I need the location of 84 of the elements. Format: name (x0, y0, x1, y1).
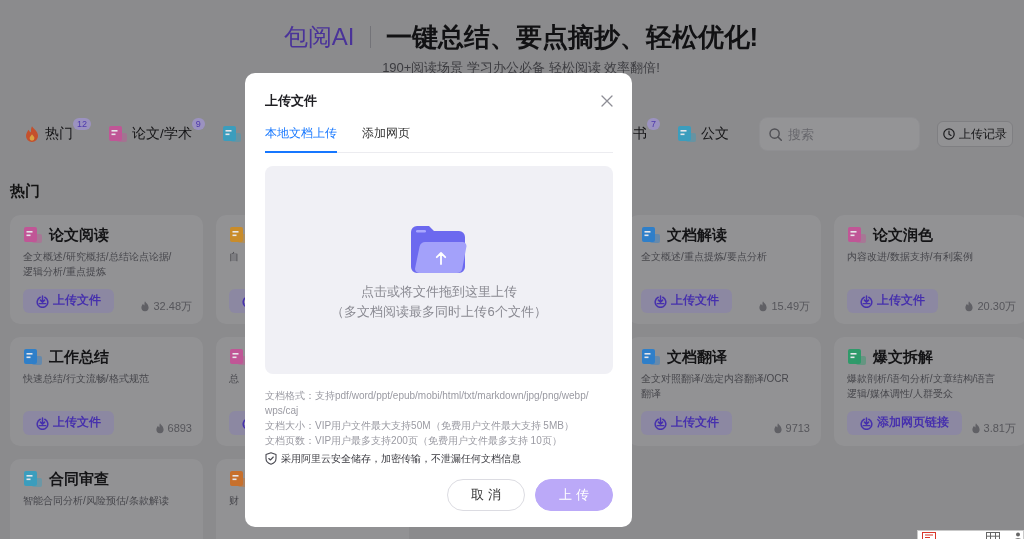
security-note: 采用阿里云安全储存，加密传输，不泄漏任何文档信息 (281, 452, 521, 466)
card-description: 全文概述/重点提炼/要点分析 (641, 250, 768, 264)
category-tab[interactable]: 公文 (678, 125, 729, 143)
action-button[interactable]: 上传文件 (641, 289, 732, 313)
card-title: 爆文拆解 (873, 347, 933, 367)
card-description: 爆款剖析/语句分析/文章结构/语言逻辑/媒体调性/人群受众 (847, 372, 997, 401)
cancel-button[interactable]: 取 消 (447, 479, 525, 511)
document-icon (222, 126, 241, 142)
tray-arrow-icon (36, 416, 49, 430)
card-description: 智能合同分析/风险预估/条款解读 (23, 494, 170, 508)
file-requirement-text: 文档大小：VIP用户文件最大支持50M（免费用户文件最大支持 5MB） (265, 419, 575, 433)
card-title: 合同审查 (49, 469, 109, 489)
action-button[interactable]: 上传文件 (23, 289, 114, 313)
usage-count: 9713 (785, 421, 810, 435)
card-description: 快速总结/行文流畅/格式规范 (23, 372, 150, 386)
file-drop-zone[interactable]: 点击或将文件拖到这里上传 （多文档阅读最多同时上传6个文件） (265, 166, 613, 374)
dialog-tab[interactable]: 添加网页 (362, 123, 410, 153)
document-icon (24, 471, 42, 487)
card-title: 文档翻译 (667, 347, 727, 367)
dialog-tab[interactable]: 本地文档上传 (265, 123, 337, 153)
section-title: 热门 (10, 181, 41, 201)
flame-icon (964, 300, 975, 312)
count-badge: 7 (647, 118, 660, 130)
close-icon (601, 95, 613, 107)
action-button[interactable]: 上传文件 (23, 411, 114, 435)
card-description: 自 (229, 250, 240, 264)
category-tab[interactable] (222, 126, 241, 142)
action-button[interactable]: 上传文件 (847, 289, 938, 313)
drop-zone-prompt: 点击或将文件拖到这里上传 (361, 283, 517, 301)
category-tab[interactable]: 热门 (24, 125, 73, 143)
ime-logo-icon (922, 532, 936, 539)
card-title: 论文阅读 (49, 225, 109, 245)
count-badge: 9 (191, 118, 205, 130)
document-icon (642, 227, 660, 243)
dialog-title: 上传文件 (265, 92, 317, 110)
flame-icon (772, 422, 783, 434)
tray-arrow-icon (654, 416, 667, 430)
document-icon (848, 227, 866, 243)
flame-icon (140, 300, 151, 312)
action-button[interactable]: 上传文件 (641, 411, 732, 435)
document-icon (109, 126, 127, 142)
card-description: 财 (229, 494, 240, 508)
category-tab[interactable]: 论文/学术 (109, 125, 192, 143)
tray-arrow-icon (36, 294, 49, 308)
document-icon (848, 349, 866, 365)
headline: 一键总结、要点摘抄、轻松优化! (385, 21, 759, 54)
action-button[interactable]: 添加网页链接 (847, 411, 962, 435)
count-badge: 12 (73, 118, 91, 130)
card-description: 内容改进/数据支持/有利案例 (847, 250, 974, 264)
file-requirement-text: 文档格式：支持pdf/word/ppt/epub/mobi/html/txt/markdown/jpg/png/webp/wps/caj (265, 389, 590, 418)
flame-icon (970, 422, 981, 434)
brand-logo: 包阅AI (283, 22, 355, 52)
card-description: 全文对照翻译/选定内容翻译/OCR翻译 (641, 372, 790, 401)
flame-icon (24, 126, 40, 142)
document-icon (24, 349, 42, 365)
document-icon (642, 349, 660, 365)
person-icon (1014, 532, 1022, 539)
tray-arrow-icon (860, 294, 873, 308)
document-icon (230, 227, 248, 243)
tray-arrow-icon (654, 294, 667, 308)
keyboard-icon (986, 532, 1000, 539)
folder-icon (411, 226, 467, 273)
card-title: 工作总结 (49, 347, 109, 367)
drop-zone-note: （多文档阅读最多同时上传6个文件） (331, 303, 547, 321)
document-icon (230, 349, 248, 365)
category-tab[interactable]: 书 (633, 125, 647, 143)
document-icon (678, 126, 696, 142)
close-button[interactable] (601, 95, 613, 107)
document-icon (24, 227, 42, 243)
tray-arrow-icon (860, 416, 873, 430)
shield-icon (265, 452, 277, 465)
document-icon (230, 471, 248, 487)
file-requirement-text: 文档页数：VIP用户最多支持200页（免费用户文件最多支持 10页） (265, 434, 563, 448)
upload-history-button[interactable]: 上传记录 (937, 121, 1013, 147)
search-icon (769, 127, 782, 141)
card-title: 论文润色 (873, 225, 933, 245)
ime-toolbar[interactable] (917, 530, 1024, 539)
card-description: 全文概述/研究概括/总结论点论据/逻辑分析/重点提炼 (23, 250, 173, 279)
flame-icon (758, 300, 769, 312)
card-description: 总 (229, 372, 240, 386)
usage-count: 6893 (167, 421, 192, 435)
clock-icon (943, 128, 955, 140)
card-title: 文档解读 (667, 225, 727, 245)
flame-icon (154, 422, 165, 434)
